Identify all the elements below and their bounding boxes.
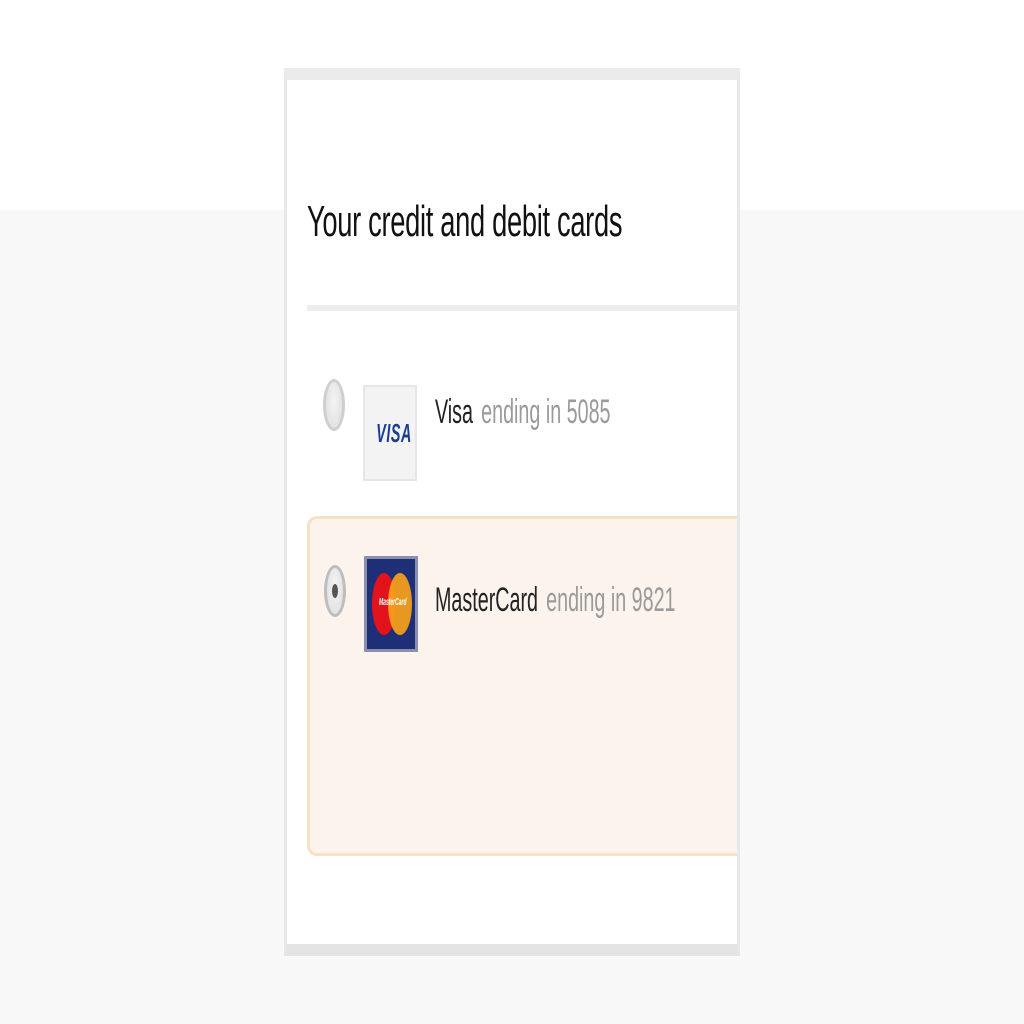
mastercard-logo-icon: MasterCard	[364, 556, 418, 652]
visa-logo-icon: VISA	[363, 385, 417, 481]
mastercard-radio-button[interactable]	[324, 565, 346, 617]
mastercard-logo-text: MasterCard	[379, 597, 407, 608]
visa-logo-text: VISA	[376, 418, 412, 448]
card-name: MasterCard	[435, 581, 539, 619]
radio-selected-dot	[332, 584, 338, 598]
card-option-visa[interactable]: VISA Visa ending in 5085	[307, 365, 737, 485]
card-ending: ending in 5085	[481, 393, 611, 431]
panel-title: Your credit and debit cards	[307, 197, 623, 246]
title-divider	[307, 305, 737, 311]
card-ending: ending in 9821	[546, 581, 676, 619]
card-option-mastercard[interactable]: MasterCard MasterCard ending in 9821	[307, 516, 737, 856]
card-name: Visa	[435, 393, 474, 431]
mastercard-card-label[interactable]: MasterCard ending in 9821	[435, 575, 676, 625]
payment-cards-panel: Your credit and debit cards VISA Visa end…	[284, 68, 740, 956]
visa-card-label[interactable]: Visa ending in 5085	[435, 387, 611, 437]
visa-radio-button[interactable]	[323, 379, 345, 431]
